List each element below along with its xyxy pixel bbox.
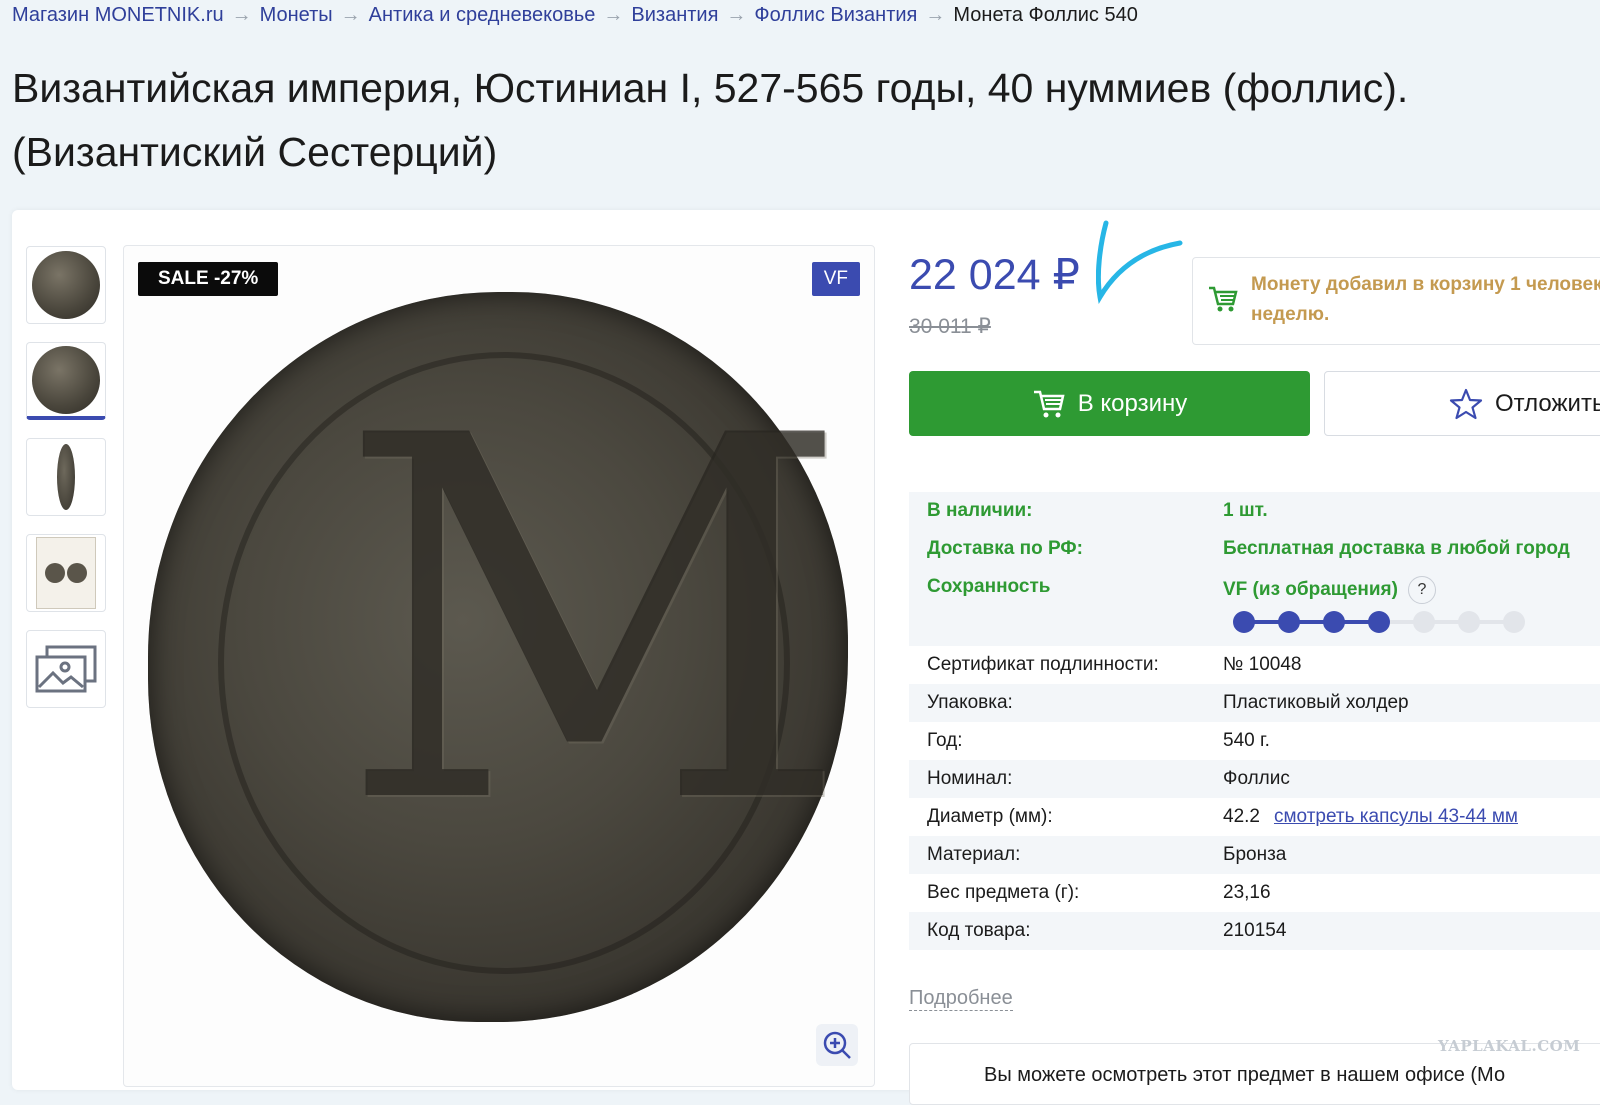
coin-obverse-image (32, 251, 100, 319)
condition-level-dot (1323, 611, 1345, 633)
defer-button[interactable]: Отложить (1324, 371, 1600, 436)
condition-scale (1233, 610, 1533, 634)
star-icon (1449, 388, 1483, 419)
gallery-icon (35, 645, 97, 693)
spec-label: Сохранность (927, 576, 1051, 597)
spec-value-wrap: VF (из обращения)? (1223, 576, 1436, 604)
thumbnail-coin-obverse[interactable] (26, 246, 106, 324)
condition-level-dot (1233, 611, 1255, 633)
breadcrumb-link-antique[interactable]: Антика и средневековье (369, 4, 596, 26)
help-button[interactable]: ? (1407, 576, 1436, 604)
spec-row-delivery: Доставка по РФ: Бесплатная доставка в лю… (909, 530, 1600, 568)
spec-label: Год: (927, 730, 963, 751)
coin-photo-letter: M (338, 331, 850, 913)
spec-value-wrap: 42.2 смотреть капсулы 43-44 мм (1223, 806, 1518, 828)
cart-activity-notice: Монету добавил в корзину 1 человек за не… (1192, 257, 1600, 345)
spec-row-diameter: Диаметр (мм): 42.2 смотреть капсулы 43-44… (909, 798, 1600, 836)
thumbnail-coin-reverse[interactable] (26, 342, 106, 420)
spec-value: 42.2 (1223, 806, 1260, 827)
grade-badge: VF (811, 262, 860, 296)
spec-label: Номинал: (927, 768, 1013, 789)
spec-value: 1 шт. (1223, 500, 1268, 521)
add-to-cart-button[interactable]: В корзину (909, 371, 1310, 436)
condition-scale-line-filled (1243, 620, 1378, 624)
cart-icon (1209, 286, 1238, 312)
breadcrumb-link-follis[interactable]: Фоллис Византия (754, 4, 917, 26)
cart-activity-text: Монету добавил в корзину 1 человек за не… (1251, 274, 1600, 325)
spec-label: Диаметр (мм): (927, 806, 1053, 827)
capsules-link[interactable]: смотреть капсулы 43-44 мм (1274, 806, 1518, 827)
breadcrumb-current: Монета Фоллис 540 (953, 4, 1138, 26)
breadcrumb: Магазин MONETNIK.ru → Монеты → Антика и сред… (12, 4, 1138, 27)
old-price: 30 011 ₽ (909, 315, 991, 338)
spec-value: Пластиковый холдер (1223, 692, 1409, 713)
breadcrumb-link-coins[interactable]: Монеты (260, 4, 333, 26)
spec-value: 23,16 (1223, 882, 1271, 903)
condition-scale-line-empty (1378, 620, 1513, 624)
breadcrumb-separator: → (603, 4, 624, 26)
spec-value: VF (из обращения) (1223, 579, 1398, 601)
spec-row-availability: В наличии: 1 шт. (909, 492, 1600, 530)
spec-label: Вес предмета (г): (927, 882, 1080, 903)
spec-row-condition: Сохранность VF (из обращения)? (909, 568, 1600, 646)
spec-label: Материал: (927, 844, 1021, 865)
spec-row-year: Год: 540 г. (909, 722, 1600, 760)
breadcrumb-separator: → (925, 4, 946, 26)
specs-table: В наличии: 1 шт. Доставка по РФ: Бесплат… (909, 492, 1600, 950)
condition-level-dot (1413, 611, 1435, 633)
condition-level-dot (1278, 611, 1300, 633)
sale-badge: SALE -27% (138, 262, 279, 296)
spec-value: Фоллис (1223, 768, 1290, 789)
spec-value: Бронза (1223, 844, 1287, 865)
watermark: YAPLAKAL.COM (1438, 1037, 1581, 1055)
spec-label: Доставка по РФ: (927, 538, 1083, 559)
spec-row-sku: Код товара: 210154 (909, 912, 1600, 950)
spec-row-denomination: Номинал: Фоллис (909, 760, 1600, 798)
condition-level-dot (1503, 611, 1525, 633)
coin-edge-image (57, 444, 75, 510)
spec-value: № 10048 (1223, 654, 1302, 675)
spec-row-weight: Вес предмета (г): 23,16 (909, 874, 1600, 912)
spec-label: Код товара: (927, 920, 1031, 941)
thumbnail-more-photos[interactable] (26, 630, 106, 708)
zoom-button[interactable] (816, 1024, 858, 1066)
spec-label: В наличии: (927, 500, 1033, 521)
breadcrumb-separator: → (726, 4, 747, 26)
handwritten-check-mark (1096, 220, 1183, 305)
spec-value: 540 г. (1223, 730, 1270, 751)
spec-label: Упаковка: (927, 692, 1013, 713)
condition-level-dot (1368, 611, 1390, 633)
breadcrumb-link-byzantium[interactable]: Византия (631, 4, 718, 26)
spec-row-material: Материал: Бронза (909, 836, 1600, 874)
spec-row-certificate: Сертификат подлинности: № 10048 (909, 646, 1600, 684)
page-title: Византийская империя, Юстиниан I, 527-56… (12, 65, 1409, 175)
spec-row-packaging: Упаковка: Пластиковый холдер (909, 684, 1600, 722)
breadcrumb-separator: → (340, 4, 361, 26)
thumbnail-certificate[interactable] (26, 534, 106, 612)
spec-value: 210154 (1223, 920, 1287, 941)
spec-value: Бесплатная доставка в любой город (1223, 538, 1570, 559)
breadcrumb-separator: → (231, 4, 252, 26)
more-details-link[interactable]: Подробнее (909, 987, 1013, 1011)
breadcrumb-link-shop[interactable]: Магазин MONETNIK.ru (12, 4, 224, 26)
main-product-image[interactable]: M SALE -27% VF (123, 245, 875, 1087)
thumbnail-coin-edge[interactable] (26, 438, 106, 516)
certificate-image (36, 537, 96, 609)
defer-label: Отложить (1495, 389, 1600, 417)
current-price: 22 024 ₽ (909, 251, 1080, 299)
add-to-cart-label: В корзину (1077, 389, 1188, 417)
coin-photo: M (148, 292, 850, 1022)
coin-reverse-image (32, 345, 100, 414)
cart-icon (1033, 390, 1065, 417)
zoom-in-icon (823, 1031, 851, 1059)
condition-level-dot (1458, 611, 1480, 633)
spec-label: Сертификат подлинности: (927, 654, 1159, 675)
